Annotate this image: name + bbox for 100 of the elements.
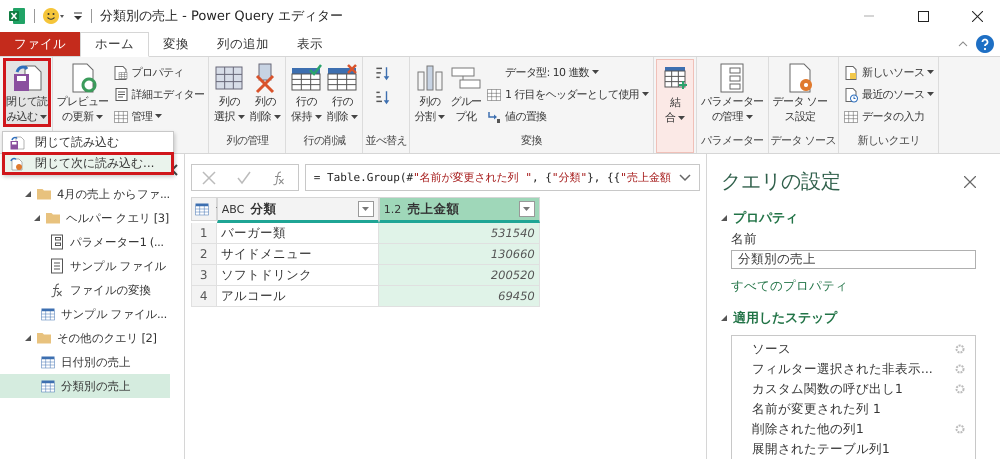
step-item[interactable]: 展開されたテーブル列1 xyxy=(752,439,965,459)
spreadsheet-logo-icon xyxy=(8,7,26,25)
query-item[interactable]: その他のクエリ [2] xyxy=(0,326,170,350)
row-number: 2 xyxy=(190,244,217,265)
save-document-icon xyxy=(9,134,25,150)
menu-item[interactable]: 閉じて読み込む xyxy=(3,132,173,153)
section-header[interactable]: プロパティ xyxy=(720,209,976,227)
all-properties-link[interactable]: すべてのプロパティ xyxy=(730,278,976,295)
column-header[interactable]: ABC 分類 xyxy=(216,197,379,223)
query-item[interactable]: 日付別の売上 xyxy=(0,350,170,374)
expanded-icon[interactable] xyxy=(720,315,727,321)
query-item[interactable]: 4月の売上 からファ... xyxy=(0,182,170,206)
step-item[interactable]: カスタム関数の呼び出し1 xyxy=(752,379,965,399)
folder-icon xyxy=(36,330,52,346)
expand-icon[interactable] xyxy=(678,174,691,182)
table-cell: 130660 xyxy=(378,244,540,265)
properties-icon xyxy=(112,64,129,80)
table-icon xyxy=(194,201,210,217)
ribbon-button[interactable]: 列の 削除 xyxy=(247,59,284,126)
table-menu-button[interactable] xyxy=(190,197,217,221)
ribbon-button[interactable]: 最近のソース xyxy=(840,84,936,105)
ribbon-button[interactable]: 列の 選択 xyxy=(211,59,248,126)
parameter-icon xyxy=(49,234,65,250)
caret-icon xyxy=(40,115,48,120)
table-cell: アルコール xyxy=(216,286,379,307)
group-label: 列の管理 xyxy=(226,134,268,147)
query-item[interactable]: サンプル ファイル xyxy=(0,254,170,278)
ribbon-button[interactable]: データの入力 xyxy=(840,106,936,127)
group-label: 新しいクエリ xyxy=(857,134,920,147)
ribbon-button[interactable]: パラメーター の管理 xyxy=(699,59,766,126)
row-number: 3 xyxy=(190,265,217,286)
filter-button[interactable] xyxy=(358,201,374,217)
ribbon-button[interactable]: 新しいソース xyxy=(840,62,936,83)
ribbon-button[interactable]: 詳細エディター xyxy=(110,84,206,105)
caret-icon xyxy=(350,115,358,120)
collapse-ribbon-icon[interactable] xyxy=(958,41,968,47)
caret-icon xyxy=(155,114,162,119)
ribbon-button[interactable]: グルー プ化 xyxy=(448,59,484,126)
query-item[interactable]: 分類別の売上 xyxy=(0,374,170,398)
close-icon[interactable] xyxy=(972,10,982,22)
menu-item[interactable]: 閉じて次に読み込む... xyxy=(3,153,173,174)
ribbon-button[interactable]: 列の 分割 xyxy=(412,59,448,126)
ribbon-tab[interactable]: ホーム xyxy=(80,32,149,57)
expanded-icon[interactable] xyxy=(25,191,31,197)
ribbon-tab[interactable]: 変換 xyxy=(149,32,203,56)
maximize-icon[interactable] xyxy=(918,10,928,22)
caret-icon xyxy=(96,115,104,120)
ribbon-button[interactable]: 1 行目をヘッダーとして使用 xyxy=(484,84,652,105)
table-cell: 69450 xyxy=(378,286,540,307)
caret-icon xyxy=(592,70,600,75)
formula-field[interactable]: = Table.Group(#"名前が変更された列 ", {"分類"}, {{"売上金額 xyxy=(304,164,700,191)
section-header[interactable]: 適用したステップ xyxy=(720,309,976,327)
table-icon xyxy=(40,354,56,370)
help-icon[interactable] xyxy=(976,35,994,53)
type-label[interactable]: ABC xyxy=(222,202,244,216)
ribbon-button[interactable]: プレビュー の更新 xyxy=(54,59,111,126)
step-item[interactable]: 名前が変更された列 1 xyxy=(752,399,965,419)
name-field[interactable]: 分類別の売上 xyxy=(730,250,976,269)
folder-icon xyxy=(36,186,52,202)
row-number: 4 xyxy=(190,286,217,307)
ribbon-button[interactable]: データ型: 10 進数 xyxy=(484,62,652,83)
expanded-icon[interactable] xyxy=(720,215,727,221)
ribbon-button[interactable]: プロパティ xyxy=(110,62,206,83)
expanded-icon[interactable] xyxy=(25,335,31,341)
quick-access-menu-icon[interactable] xyxy=(73,10,83,22)
query-item[interactable]: パラメーター1 (... xyxy=(0,230,170,254)
filter-button[interactable] xyxy=(518,201,535,217)
step-item[interactable]: 削除された他の列1 xyxy=(752,419,965,439)
expanded-icon[interactable] xyxy=(34,215,40,221)
caret-icon xyxy=(238,115,245,120)
document-gear-icon xyxy=(9,156,25,172)
group-label: 行の削減 xyxy=(304,134,346,147)
ribbon-button[interactable]: データ ソー ス設定 xyxy=(770,59,830,126)
group-label: 並べ替え xyxy=(365,134,408,147)
query-item[interactable]: ファイルの変換 xyxy=(0,278,170,302)
column-header[interactable]: 1.2 売上金額 xyxy=(378,197,540,223)
query-item[interactable]: サンプル ファイル... xyxy=(0,302,170,326)
step-item[interactable]: フィルター選択された非表示... xyxy=(752,359,965,379)
query-item[interactable]: ヘルパー クエリ [3] xyxy=(0,206,170,230)
recent-document-icon xyxy=(842,86,859,102)
editor-icon xyxy=(112,86,129,102)
ribbon-button[interactable]: 管理 xyxy=(110,106,206,127)
table-cell: 531540 xyxy=(378,223,540,244)
ribbon-button[interactable]: 結 合 xyxy=(656,59,694,153)
ribbon-tab[interactable]: 列の追加 xyxy=(203,32,283,56)
ribbon-button[interactable]: 値の置換 xyxy=(484,106,652,127)
ribbon-button[interactable]: 閉じて読 み込む xyxy=(4,59,50,126)
ribbon-button[interactable]: 行の 保持 xyxy=(288,59,324,126)
step-item[interactable]: ソース xyxy=(752,339,965,359)
type-label[interactable]: 1.2 xyxy=(384,202,402,216)
caret-icon xyxy=(678,116,686,121)
table-cell: バーガー類 xyxy=(216,223,379,244)
ribbon-tab[interactable]: 表示 xyxy=(283,32,337,56)
caret-icon xyxy=(927,92,934,97)
smiley-icon[interactable] xyxy=(43,7,65,25)
ribbon-button[interactable]: 行の 削除 xyxy=(324,59,360,126)
table-icon xyxy=(842,108,859,124)
table-icon xyxy=(40,306,56,322)
ribbon-tab[interactable]: ファイル xyxy=(0,32,80,56)
check-icon[interactable] xyxy=(236,170,251,184)
